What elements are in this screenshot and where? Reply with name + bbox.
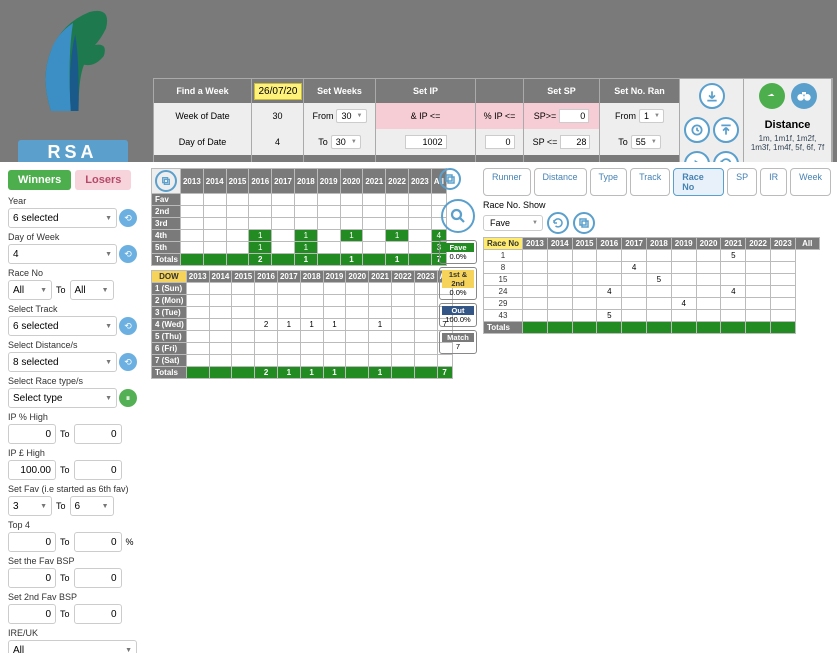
dow-action[interactable]: ⟲ (119, 245, 137, 263)
ireuk-select[interactable]: All (8, 640, 137, 653)
badge-out: Out100.0% (439, 303, 477, 327)
raceno-to-select[interactable]: All (70, 280, 114, 300)
ran-to-select[interactable]: 55 (631, 135, 661, 149)
stat-tab-track[interactable]: Track (630, 168, 670, 196)
ippct-to-input[interactable] (74, 424, 122, 444)
fave-mode-select[interactable]: Fave (483, 215, 543, 231)
year-select[interactable]: 6 selected (8, 208, 117, 228)
distance-list: 1m, 1m1f, 1m2f, 1m3f, 1m4f, 5f, 6f, 7f (750, 134, 825, 152)
stat-tab-distance[interactable]: Distance (534, 168, 587, 196)
stat-tab-type[interactable]: Type (590, 168, 628, 196)
setfav-from-select[interactable]: 3 (8, 496, 52, 516)
racetype-select[interactable]: Select type (8, 388, 117, 408)
weeks-from-select[interactable]: 30 (336, 109, 366, 123)
favbsp-from-input[interactable] (8, 568, 56, 588)
upload-button[interactable] (713, 117, 739, 143)
copy-raceno-button[interactable] (573, 212, 595, 234)
ran-from-select[interactable]: 1 (639, 109, 664, 123)
logo: RSA (0, 0, 145, 162)
fav2bsp-from-input[interactable] (8, 604, 56, 624)
fav2bsp-to-input[interactable] (74, 604, 122, 624)
stat-tab-ir[interactable]: IR (760, 168, 787, 196)
clock-button[interactable] (684, 117, 710, 143)
ipgbp-to-input[interactable] (74, 460, 122, 480)
raceno-from-select[interactable]: All (8, 280, 52, 300)
sp-le-input[interactable] (560, 135, 590, 149)
ip-to-input[interactable] (405, 135, 447, 149)
distance-title: Distance (765, 119, 811, 131)
stat-tab-race-no[interactable]: Race No (673, 168, 724, 196)
year-action[interactable]: ⟲ (119, 209, 137, 227)
horse-logo-icon (18, 0, 128, 137)
badge-match: Match7 (439, 330, 477, 354)
set-ip-label: Set IP (376, 79, 475, 103)
stat-tab-sp[interactable]: SP (727, 168, 757, 196)
dow-table: DOW2013201420152016201720182019202020212… (151, 270, 453, 379)
day-of-date-value: 4 (275, 137, 280, 147)
copy-pos-button[interactable] (439, 168, 461, 190)
favbsp-to-input[interactable] (74, 568, 122, 588)
racetype-action[interactable]: ⏸ (119, 389, 137, 407)
dow-select[interactable]: 4 (8, 244, 117, 264)
refresh-raceno-button[interactable] (547, 212, 569, 234)
tab-winners[interactable]: Winners (8, 170, 71, 190)
badge-1st-2nd: 1st & 2nd0.0% (439, 267, 477, 300)
weeks-to-select[interactable]: 30 (331, 135, 361, 149)
go-arrow-button[interactable] (759, 83, 785, 109)
copy-header-button[interactable] (155, 170, 177, 192)
badge-fave: Fave0.0% (439, 240, 477, 264)
position-table: 2013201420152016201720182019202020212022… (151, 168, 447, 266)
distance-select[interactable]: 8 selected (8, 352, 117, 372)
top4-from-input[interactable] (8, 532, 56, 552)
stat-tab-runner[interactable]: Runner (483, 168, 531, 196)
find-week-date-input[interactable] (254, 83, 302, 100)
raceno-table: Race No201320142015201620172018201920202… (483, 237, 820, 334)
stat-tabs: RunnerDistanceTypeTrackRace NoSPIRWeek (483, 168, 831, 196)
day-of-date-label: Day of Date (179, 137, 227, 147)
find-week-label: Find a Week (154, 79, 251, 103)
week-of-date-value: 30 (272, 111, 282, 121)
tab-losers[interactable]: Losers (75, 170, 131, 190)
download-button[interactable] (699, 83, 725, 109)
setfav-to-select[interactable]: 6 (70, 496, 114, 516)
track-action[interactable]: ⟲ (119, 317, 137, 335)
set-sp-label: Set SP (524, 79, 599, 103)
track-select[interactable]: 6 selected (8, 316, 117, 336)
ippct-from-input[interactable] (8, 424, 56, 444)
ipgbp-from-input[interactable] (8, 460, 56, 480)
binoculars-button[interactable] (791, 83, 817, 109)
raceno-show-label: Race No. Show (483, 200, 831, 210)
distance-action[interactable]: ⟲ (119, 353, 137, 371)
search-button[interactable] (441, 199, 475, 233)
week-of-date-label: Week of Date (175, 111, 229, 121)
top4-to-input[interactable] (74, 532, 122, 552)
ip-pct-to-input[interactable] (485, 135, 515, 149)
sidebar: Winners Losers Year 6 selected⟲ Day of W… (0, 162, 145, 653)
set-no-ran-label: Set No. Ran (600, 79, 679, 103)
set-weeks-label: Set Weeks (304, 79, 375, 103)
stat-tab-week[interactable]: Week (790, 168, 831, 196)
sp-ge-input[interactable] (559, 109, 589, 123)
